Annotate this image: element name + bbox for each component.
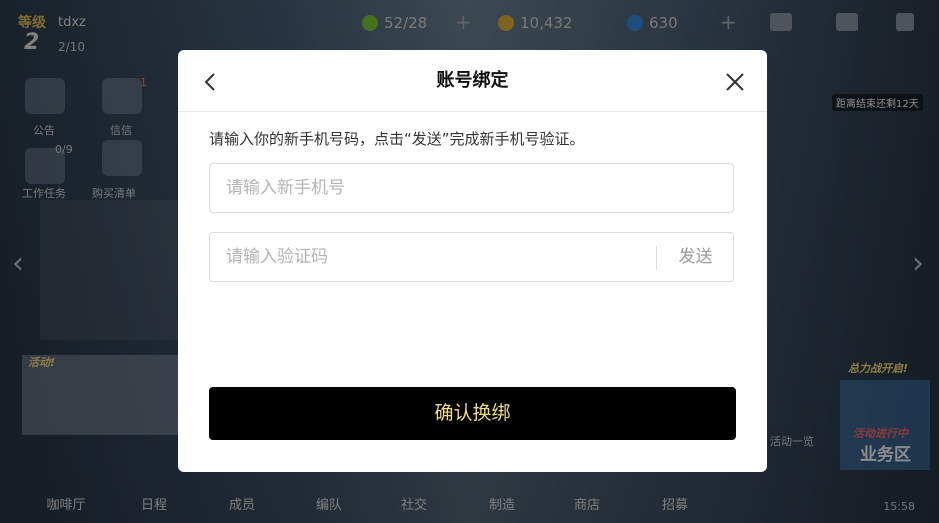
- phone-input[interactable]: [226, 164, 646, 212]
- phone-field: [209, 163, 734, 213]
- confirm-rebind-button[interactable]: 确认换绑: [209, 387, 736, 440]
- instruction-text: 请输入你的新手机号码，点击“发送”完成新手机号验证。: [209, 130, 585, 148]
- send-code-button[interactable]: 发送: [657, 233, 734, 281]
- close-icon: [726, 73, 744, 91]
- close-button[interactable]: [721, 68, 749, 96]
- dialog-title: 账号绑定: [436, 70, 509, 91]
- account-binding-dialog: 账号绑定 请输入你的新手机号码，点击“发送”完成新手机号验证。 发送 确认换绑: [178, 50, 767, 472]
- chevron-left-icon: [204, 73, 215, 91]
- verification-code-input[interactable]: [226, 233, 646, 281]
- dialog-header: 账号绑定: [178, 50, 767, 112]
- code-field: 发送: [209, 232, 734, 282]
- back-button[interactable]: [196, 68, 224, 96]
